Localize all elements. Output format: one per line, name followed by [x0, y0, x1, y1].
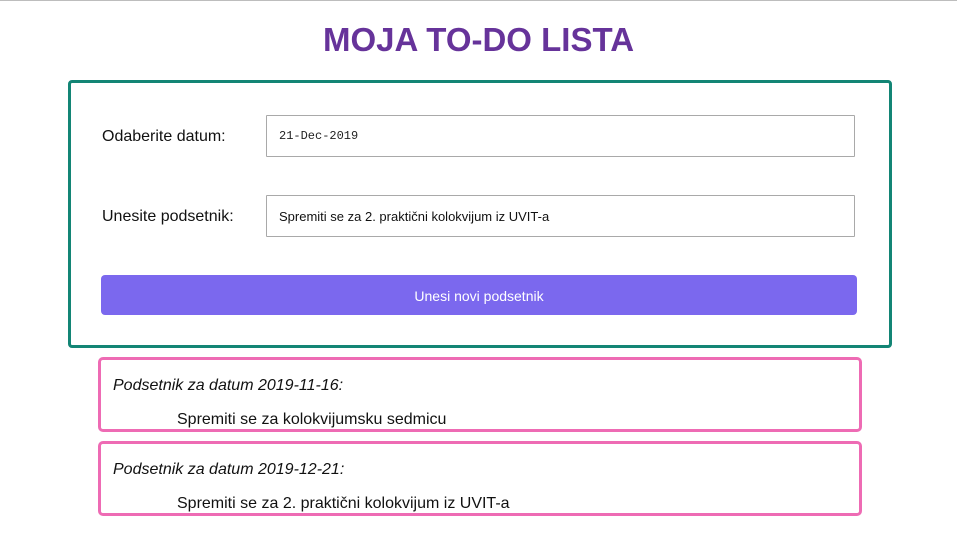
reminder-date-heading: Podsetnik za datum 2019-12-21:: [113, 461, 345, 478]
date-input-value: 21-Dec-2019: [279, 129, 359, 143]
reminder-label: Unesite podsetnik:: [102, 208, 234, 225]
reminder-card: Podsetnik za datum 2019-12-21: Spremiti …: [98, 441, 862, 516]
reminder-date-heading: Podsetnik za datum 2019-11-16:: [113, 377, 344, 394]
reminder-card: Podsetnik za datum 2019-11-16: Spremiti …: [98, 357, 862, 432]
reminder-input[interactable]: Spremiti se za 2. praktični kolokvijum i…: [266, 195, 855, 237]
reminder-form: Odaberite datum: 21-Dec-2019 Unesite pod…: [68, 80, 892, 348]
page-title: MOJA TO-DO LISTA: [322, 21, 635, 58]
add-reminder-button[interactable]: Unesi novi podsetnik: [101, 275, 857, 315]
reminder-text: Spremiti se za kolokvijumsku sedmicu: [177, 411, 447, 428]
top-divider: [0, 0, 957, 1]
reminder-text: Spremiti se za 2. praktični kolokvijum i…: [177, 495, 510, 512]
date-label: Odaberite datum:: [102, 128, 226, 145]
reminder-input-value: Spremiti se za 2. praktični kolokvijum i…: [279, 208, 550, 224]
date-input[interactable]: 21-Dec-2019: [266, 115, 855, 157]
